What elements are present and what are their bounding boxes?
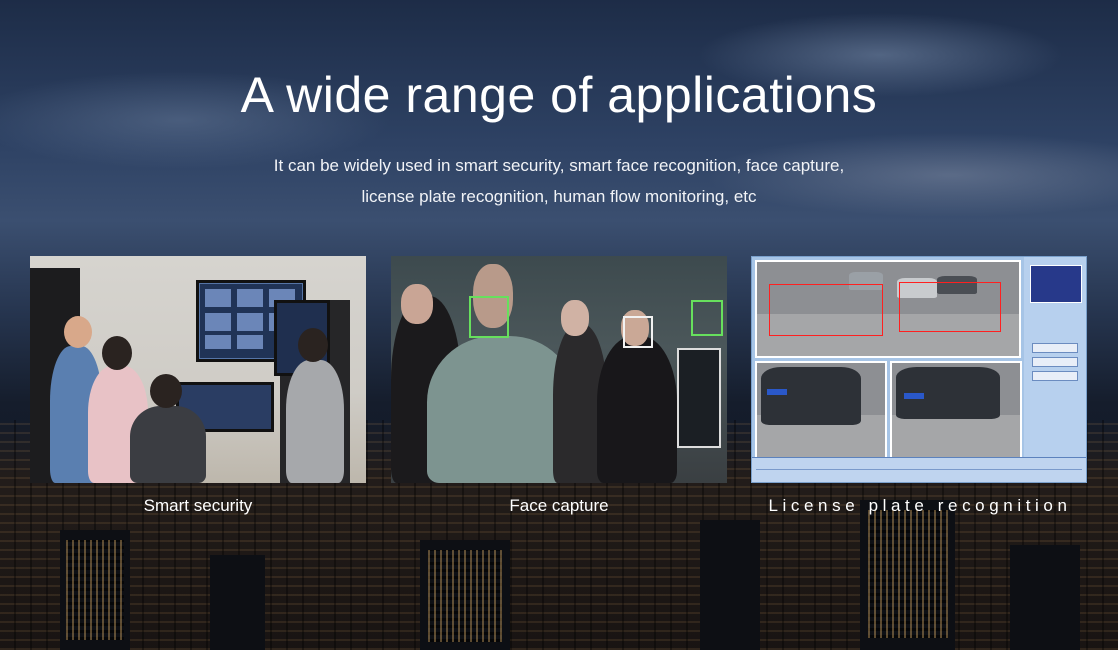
- face-detection-box: [469, 296, 509, 338]
- face-capture-image[interactable]: [391, 256, 727, 483]
- building-windows: [66, 540, 124, 640]
- panel-button[interactable]: [1032, 357, 1078, 367]
- building-windows: [428, 550, 502, 642]
- section-description: It can be widely used in smart security,…: [273, 156, 845, 206]
- plate-thumbnail: [1030, 265, 1082, 303]
- person-face: [561, 300, 589, 336]
- building-windows: [868, 510, 948, 638]
- camera-view-right: [890, 361, 1022, 459]
- person-face: [401, 284, 433, 324]
- building: [700, 520, 760, 650]
- person-head: [102, 336, 132, 370]
- control-panel: [1024, 257, 1086, 457]
- face-detection-box: [691, 300, 723, 336]
- face-detection-box: [623, 316, 653, 348]
- person-head: [150, 374, 182, 408]
- person-head: [298, 328, 328, 362]
- license-plate-recognition-caption: License plate recognition: [768, 496, 1072, 515]
- building: [1010, 545, 1080, 650]
- panel-button[interactable]: [1032, 371, 1078, 381]
- camera-view-left: [755, 361, 887, 459]
- person-head: [64, 316, 92, 348]
- camera-view-wide: [755, 260, 1021, 358]
- building: [210, 555, 265, 650]
- person: [130, 406, 206, 483]
- panel-button[interactable]: [1032, 343, 1078, 353]
- station-sign: [677, 348, 721, 448]
- face-capture-caption: Face capture: [509, 496, 609, 515]
- smart-security-image[interactable]: [30, 256, 366, 483]
- smart-security-caption: Smart security: [143, 496, 253, 515]
- section-title: A wide range of applications: [240, 67, 878, 123]
- status-bar: [752, 457, 1086, 482]
- person: [597, 336, 677, 483]
- person: [286, 360, 344, 483]
- license-plate-recognition-image[interactable]: [751, 256, 1087, 483]
